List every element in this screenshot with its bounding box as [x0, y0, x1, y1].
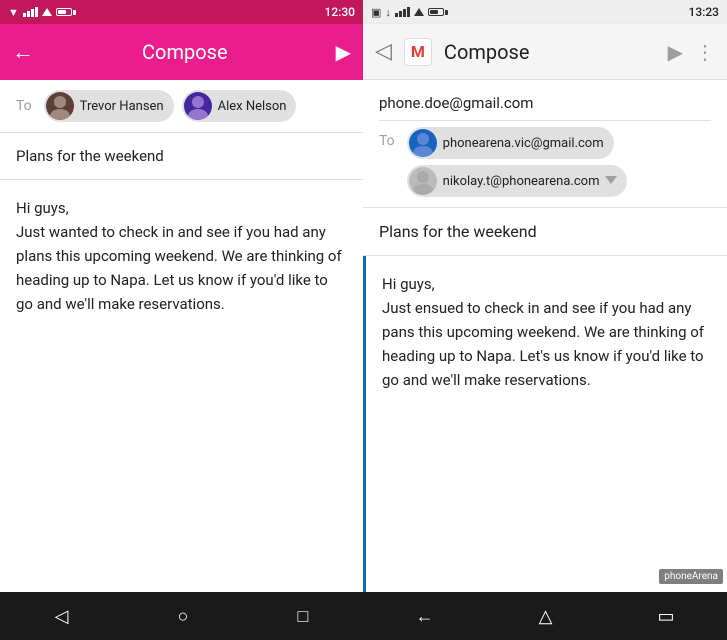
recipient-name-alex: Alex Nelson — [218, 99, 287, 114]
recipient-email-vic: phonearena.vic@gmail.com — [443, 136, 604, 151]
signal-icon — [23, 7, 38, 17]
back-nav-right[interactable]: ← — [416, 606, 434, 627]
wifi-icon — [42, 8, 52, 16]
status-icons-right: ▣ ↓ — [371, 6, 448, 19]
recents-nav-right[interactable]: ▭ — [657, 606, 674, 627]
back-nav-left[interactable]: ◁ — [55, 606, 69, 627]
recipient-name-trevor: Trevor Hansen — [80, 99, 164, 114]
send-button-left[interactable]: ▶ — [336, 40, 351, 64]
signal-icon-right — [395, 7, 410, 17]
notification-icon: ▼ — [8, 6, 19, 19]
recents-nav-left[interactable]: □ — [298, 606, 309, 627]
recipient-chip-nikolay[interactable]: nikolay.t@phonearena.com — [407, 165, 628, 197]
send-button-right[interactable]: ▶ — [668, 40, 683, 64]
to-row-left: To Trevor Hansen Alex Nelson — [0, 80, 363, 133]
avatar-nikolay-img — [409, 167, 437, 195]
home-nav-left[interactable]: ○ — [178, 606, 189, 627]
status-bar-right: ▣ ↓ 13:23 — [363, 0, 727, 24]
avatar-nikolay — [409, 167, 437, 195]
more-options-button[interactable]: ⋮ — [695, 40, 715, 64]
compose-title-left: Compose — [50, 40, 320, 64]
recipients-col: phonearena.vic@gmail.com nikolay.t@phone… — [407, 127, 711, 197]
nav-bar-left: ◁ ○ □ — [0, 592, 363, 640]
body-right[interactable]: Hi guys,Just ensued to check in and see … — [363, 256, 727, 592]
recipient-email-nikolay: nikolay.t@phonearena.com — [443, 174, 600, 189]
to-row-right: To phonearena.vic@gmail.com — [379, 127, 711, 197]
nav-bar-right: ← △ ▭ — [363, 592, 727, 640]
left-panel: ▼ 12:30 ← Compose ▶ To — [0, 0, 363, 640]
avatar-alex — [184, 92, 212, 120]
subject-text-right: Plans for the weekend — [379, 222, 537, 241]
from-email[interactable]: phone.doe@gmail.com — [379, 90, 711, 121]
dropdown-indicator — [605, 176, 617, 186]
watermark: phoneArena — [659, 569, 723, 584]
subject-left[interactable]: Plans for the weekend — [0, 133, 363, 180]
toolbar-left: ← Compose ▶ — [0, 24, 363, 80]
home-nav-right[interactable]: △ — [539, 606, 553, 627]
status-icons-left: ▼ — [8, 6, 76, 19]
avatar-trevor-img — [46, 92, 74, 120]
recipient-chip-trevor[interactable]: Trevor Hansen — [44, 90, 174, 122]
battery-icon — [56, 8, 76, 16]
avatar-vic-img — [409, 129, 437, 157]
download-icon: ↓ — [385, 6, 391, 19]
avatar-trevor — [46, 92, 74, 120]
battery-icon-right — [428, 8, 448, 16]
back-button-left[interactable]: ← — [12, 39, 34, 65]
body-text-right: Hi guys,Just ensued to check in and see … — [382, 275, 704, 389]
avatar-vic — [409, 129, 437, 157]
recipient-chip-vic[interactable]: phonearena.vic@gmail.com — [407, 127, 614, 159]
gmail-icon: M — [404, 38, 432, 66]
to-label-right: To — [379, 127, 395, 149]
gmail-m-letter: M — [411, 42, 425, 61]
to-section-right: phone.doe@gmail.com To phonearena.vic@gm… — [363, 80, 727, 208]
wifi-icon-right — [414, 8, 424, 16]
status-time-left: 12:30 — [325, 5, 355, 19]
avatar-alex-img — [184, 92, 212, 120]
compose-title-right: Compose — [444, 40, 656, 64]
body-left[interactable]: Hi guys,Just wanted to check in and see … — [0, 180, 363, 592]
to-label-left: To — [16, 98, 32, 114]
status-bar-left: ▼ 12:30 — [0, 0, 363, 24]
status-time-right: 13:23 — [689, 5, 719, 19]
back-button-right[interactable]: ◁ — [375, 39, 392, 64]
right-panel: ▣ ↓ 13:23 ◁ M Compose ▶ ⋮ phone.doe — [363, 0, 727, 640]
subject-text-left: Plans for the weekend — [16, 147, 164, 165]
screenshot-icon: ▣ — [371, 6, 381, 19]
body-text-left: Hi guys,Just wanted to check in and see … — [16, 199, 342, 313]
recipient-chip-alex[interactable]: Alex Nelson — [182, 90, 297, 122]
toolbar-right: ◁ M Compose ▶ ⋮ — [363, 24, 727, 80]
subject-right[interactable]: Plans for the weekend — [363, 208, 727, 256]
